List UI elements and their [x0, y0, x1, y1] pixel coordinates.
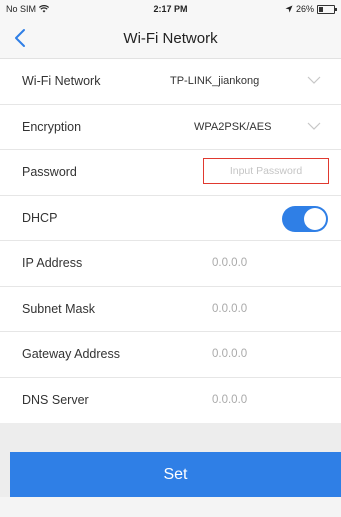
ip-address-value[interactable]: 0.0.0.0 [212, 257, 247, 269]
dns-server-row: DNS Server 0.0.0.0 [0, 378, 341, 424]
gateway-address-label: Gateway Address [22, 347, 120, 361]
encryption-label: Encryption [22, 119, 82, 134]
gateway-address-value[interactable]: 0.0.0.0 [212, 348, 247, 360]
chevron-down-icon [307, 76, 321, 84]
wifi-network-label: Wi-Fi Network [22, 74, 101, 88]
wifi-settings-form: Wi-Fi Network TP-LINK_jiankong Encryptio… [0, 59, 341, 423]
subnet-mask-value[interactable]: 0.0.0.0 [212, 303, 247, 315]
wifi-network-value: TP-LINK_jiankong [170, 75, 260, 87]
bottom-area [0, 497, 341, 517]
ip-address-label: IP Address [22, 256, 83, 270]
subnet-mask-row: Subnet Mask 0.0.0.0 [0, 287, 341, 332]
battery-fill [319, 6, 323, 12]
password-input[interactable] [203, 158, 329, 184]
dhcp-row: DHCP [0, 196, 341, 241]
battery-icon [317, 4, 337, 14]
status-bar: No SIM 2:17 PM 26% [0, 0, 341, 20]
ip-address-row: IP Address 0.0.0.0 [0, 241, 341, 287]
page-title: Wi-Fi Network [123, 30, 218, 47]
encryption-value: WPA2PSK/AES [194, 120, 272, 133]
subnet-mask-label: Subnet Mask [22, 301, 95, 316]
battery-percent: 26% [295, 4, 314, 14]
password-row: Password [0, 150, 341, 196]
dns-server-value[interactable]: 0.0.0.0 [212, 394, 247, 406]
location-icon [285, 5, 293, 13]
wifi-network-row[interactable]: Wi-Fi Network TP-LINK_jiankong [0, 59, 341, 105]
toggle-knob [304, 207, 326, 230]
nav-bar: Wi-Fi Network [0, 20, 341, 59]
set-button[interactable]: Set [10, 452, 341, 497]
dhcp-toggle[interactable] [282, 205, 328, 232]
password-label: Password [22, 165, 77, 179]
dhcp-label: DHCP [22, 210, 58, 225]
chevron-down-icon [307, 122, 321, 130]
dns-server-label: DNS Server [22, 392, 89, 407]
encryption-row[interactable]: Encryption WPA2PSK/AES [0, 105, 341, 150]
gateway-address-row: Gateway Address 0.0.0.0 [0, 332, 341, 378]
